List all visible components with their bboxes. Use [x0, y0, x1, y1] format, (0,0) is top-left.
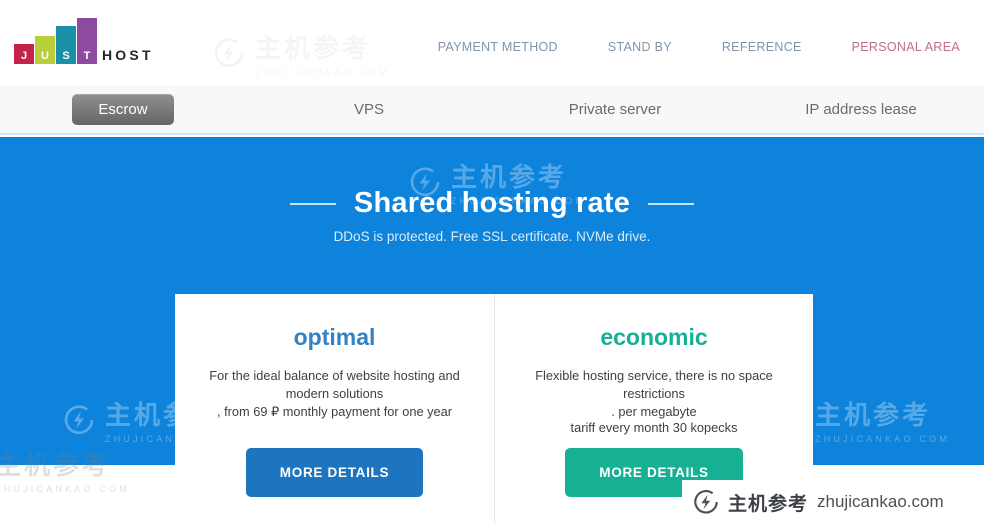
logo-letter-s: S [62, 50, 70, 62]
hero-rule-right [648, 202, 695, 205]
lightning-circle-icon [692, 488, 720, 516]
watermark-header: 主机参考 ZHUJICANKAO.COM [212, 28, 390, 77]
card-description-optimal: For the ideal balance of website hosting… [209, 368, 460, 401]
top-navigation: PAYMENT METHOD STAND BY REFERENCE PERSON… [388, 40, 960, 54]
hero-subtitle: DDoS is protected. Free SSL certificate.… [333, 229, 651, 244]
nav-link-stand-by[interactable]: STAND BY [608, 40, 672, 54]
banner-url-text: zhujicankao.com [817, 492, 944, 511]
nav-link-reference[interactable]: REFERENCE [722, 40, 802, 54]
tab-vps[interactable]: VPS [246, 101, 492, 118]
watermark-cn-text: 主机参考 [255, 34, 372, 64]
page-title: Shared hosting rate [353, 187, 631, 219]
logo-letter-u: U [41, 50, 49, 62]
watermark-domain-text: ZHUJICANKAO.COM [0, 484, 131, 494]
logo-bars: J U S T [14, 16, 98, 64]
logo-bar-t: T [77, 18, 97, 64]
tab-private-server[interactable]: Private server [492, 101, 738, 118]
logo-bar-j: J [14, 44, 34, 64]
card-title-optimal: optimal [293, 324, 376, 350]
lightning-circle-icon [212, 36, 246, 70]
product-tab-bar: Escrow VPS Private server IP address lea… [0, 85, 984, 135]
page-root: J U S T HOST 主机参考 ZHUJICANKAO.COM PAYMEN… [0, 0, 984, 524]
logo-letter-j: J [20, 50, 28, 62]
watermark-banner: 主机参考 zhujicankao.com [682, 480, 984, 524]
tab-escrow-label: Escrow [72, 93, 174, 125]
card-price-economic-line2: tariff every month 30 kopecks [517, 420, 791, 435]
lightning-circle-icon [62, 403, 96, 437]
hero-title-row: Shared hosting rate [0, 187, 984, 220]
card-price-economic-amount: 30 kopecks [672, 420, 738, 435]
watermark-domain-text: ZHUJICANKAO.COM [255, 67, 391, 77]
logo-bar-u: U [35, 36, 55, 64]
card-optimal-button-wrap: MORE DETAILS [175, 448, 494, 497]
hero-rule-left [289, 202, 336, 205]
card-price-optimal-term: monthly payment for one year [279, 404, 453, 419]
watermark-cn-text: 主机参考 [815, 401, 932, 431]
nav-link-payment-method[interactable]: PAYMENT METHOD [438, 40, 558, 54]
card-price-economic-mid: every month [595, 420, 673, 435]
nav-link-personal-area[interactable]: PERSONAL AREA [852, 40, 960, 54]
logo-bar-s: S [56, 26, 76, 64]
card-title-economic: economic [600, 324, 708, 350]
logo-wordmark: HOST [102, 47, 154, 63]
logo-letter-t: T [83, 50, 91, 62]
pricing-card-optimal: optimal For the ideal balance of website… [175, 294, 494, 524]
card-description-economic: Flexible hosting service, there is no sp… [535, 368, 773, 401]
card-price-economic-tariff: tariff [570, 420, 596, 435]
banner-cn-text: 主机参考 [728, 492, 809, 515]
tab-ip-address-lease[interactable]: IP address lease [738, 101, 984, 118]
card-price-optimal: , from 69 ₽ monthly payment for one year [197, 404, 472, 420]
card-price-economic-line1: . per megabyte [611, 404, 697, 419]
site-header: J U S T HOST 主机参考 ZHUJICANKAO.COM PAYMEN… [0, 0, 984, 85]
watermark-domain-text: ZHUJICANKAO.COM [815, 434, 951, 444]
site-logo[interactable]: J U S T HOST [14, 12, 154, 64]
more-details-button-optimal[interactable]: MORE DETAILS [245, 448, 424, 497]
tab-escrow[interactable]: Escrow [0, 93, 246, 125]
card-price-optimal-amount: , from 69 ₽ [216, 404, 280, 419]
